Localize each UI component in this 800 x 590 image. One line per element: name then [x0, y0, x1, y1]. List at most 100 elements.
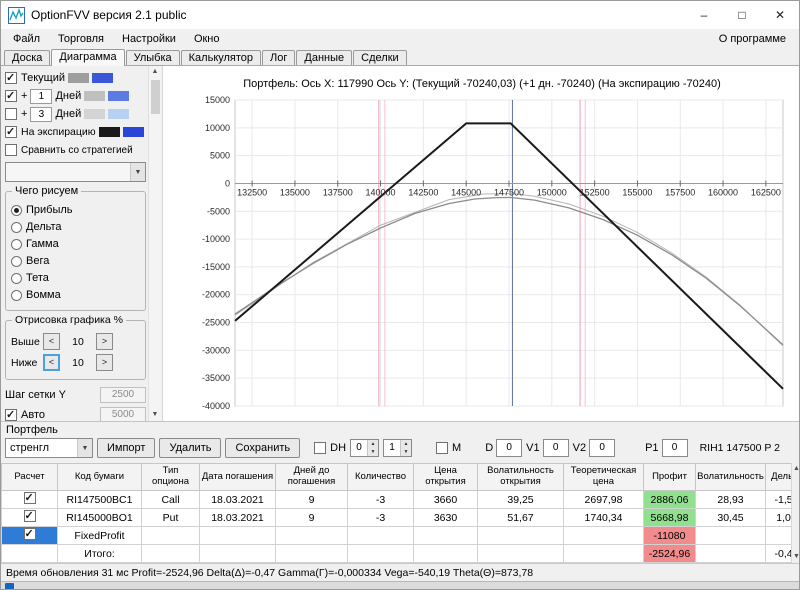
scroll-up-icon[interactable]: ▲: [152, 66, 159, 78]
plus1-swatch-primary[interactable]: [108, 91, 129, 101]
col-code[interactable]: Код бумаги: [58, 464, 142, 491]
col-type[interactable]: Тип опциона: [142, 464, 200, 491]
left-panel-scrollbar[interactable]: ▲ ▼: [148, 66, 161, 421]
svg-text:-20000: -20000: [202, 290, 230, 300]
chart-plot[interactable]: 150001000050000-5000-10000-15000-20000-2…: [163, 90, 800, 420]
compare-checkbox[interactable]: [5, 144, 17, 156]
scroll-down-icon[interactable]: ▼: [152, 409, 159, 421]
start-button-icon[interactable]: [5, 583, 14, 590]
menu-file[interactable]: Файл: [4, 31, 49, 47]
param-v1-input[interactable]: 0: [543, 439, 569, 457]
menu-trading[interactable]: Торговля: [49, 31, 113, 47]
auto-checkbox[interactable]: [5, 409, 17, 421]
m-checkbox[interactable]: [436, 442, 448, 454]
param-v2-input[interactable]: 0: [589, 439, 615, 457]
dh-checkbox[interactable]: [314, 442, 326, 454]
cell-open-price: 3660: [414, 491, 478, 509]
close-button[interactable]: ✕: [761, 1, 799, 29]
col-theo-price[interactable]: Теоретическая цена: [564, 464, 644, 491]
col-expiry-date[interactable]: Дата погашения: [200, 464, 276, 491]
plus1-checkbox[interactable]: [5, 90, 17, 102]
param-v1-label: V1: [526, 442, 539, 454]
plus1-days-input[interactable]: 1: [30, 89, 52, 104]
radio-gamma[interactable]: [11, 239, 22, 250]
compare-strategy-combo[interactable]: ▼: [5, 162, 146, 182]
radio-vomma[interactable]: [11, 290, 22, 301]
menu-settings[interactable]: Настройки: [113, 31, 185, 47]
tab-smile[interactable]: Улыбка: [126, 50, 180, 65]
tab-deals[interactable]: Сделки: [353, 50, 407, 65]
instrument-label: RIH1 147500 P 2: [700, 442, 780, 454]
row-checkbox[interactable]: [24, 528, 36, 540]
tab-diagram[interactable]: Диаграмма: [51, 49, 124, 66]
radio-delta[interactable]: [11, 222, 22, 233]
col-calc[interactable]: Расчет: [2, 464, 58, 491]
import-button[interactable]: Импорт: [97, 438, 155, 458]
menu-about[interactable]: О программе: [719, 33, 796, 45]
scroll-down-icon[interactable]: ▼: [793, 551, 800, 563]
app-icon: [8, 7, 25, 24]
expiration-swatch-secondary[interactable]: [99, 127, 120, 137]
svg-text:-35000: -35000: [202, 373, 230, 383]
radio-delta-row: Дельта: [11, 221, 140, 233]
scrollbar-thumb[interactable]: [151, 80, 160, 114]
auto-value-input[interactable]: 5000: [100, 407, 146, 421]
col-quantity[interactable]: Количество: [348, 464, 414, 491]
current-swatch-primary[interactable]: [92, 73, 113, 83]
current-swatch-secondary[interactable]: [68, 73, 89, 83]
range-above-increase-button[interactable]: >: [96, 333, 113, 350]
col-open-vol[interactable]: Волатильность открытия: [478, 464, 564, 491]
dh-spinner-2[interactable]: 1 ▲▼: [383, 439, 412, 457]
minimize-button[interactable]: –: [685, 1, 723, 29]
range-above-decrease-button[interactable]: <: [43, 333, 60, 350]
param-p1: P1 0: [645, 439, 687, 457]
col-volatility[interactable]: Волатильность: [696, 464, 766, 491]
range-group-title: Отрисовка графика %: [12, 314, 126, 326]
param-d-input[interactable]: 0: [496, 439, 522, 457]
plus1-swatch-secondary[interactable]: [84, 91, 105, 101]
spinner-arrows-icon[interactable]: ▲▼: [367, 440, 378, 456]
plus3-checkbox[interactable]: [5, 108, 17, 120]
tab-log[interactable]: Лог: [262, 50, 295, 65]
cell-open-vol: [478, 545, 564, 563]
row-checkbox[interactable]: [24, 492, 36, 504]
range-below-decrease-button[interactable]: <: [43, 354, 60, 371]
radio-vega[interactable]: [11, 256, 22, 267]
param-d: D 0: [485, 439, 522, 457]
scroll-up-icon[interactable]: ▲: [793, 463, 800, 475]
plus3-swatch-secondary[interactable]: [84, 109, 105, 119]
app-window: OptionFVV версия 2.1 public – □ ✕ Файл Т…: [0, 0, 800, 590]
col-days-left[interactable]: Дней до погашения: [276, 464, 348, 491]
col-profit[interactable]: Профит: [644, 464, 696, 491]
radio-profit[interactable]: [11, 205, 22, 216]
expiration-swatch-primary[interactable]: [123, 127, 144, 137]
cell-total-label: Итого:: [58, 545, 142, 563]
expiration-checkbox[interactable]: [5, 126, 17, 138]
strategy-combo[interactable]: стренгл ▼: [5, 438, 93, 458]
row-checkbox[interactable]: [24, 510, 36, 522]
current-checkbox[interactable]: [5, 72, 17, 84]
delete-button[interactable]: Удалить: [159, 438, 221, 458]
maximize-button[interactable]: □: [723, 1, 761, 29]
menu-window[interactable]: Окно: [185, 31, 229, 47]
col-open-price[interactable]: Цена открытия: [414, 464, 478, 491]
plus3-swatch-primary[interactable]: [108, 109, 129, 119]
save-button[interactable]: Сохранить: [225, 438, 300, 458]
dh-spinner-1[interactable]: 0 ▲▼: [350, 439, 379, 457]
svg-text:10000: 10000: [205, 123, 230, 133]
range-below-increase-button[interactable]: >: [96, 354, 113, 371]
svg-text:160000: 160000: [708, 187, 738, 197]
radio-theta-row: Тета: [11, 272, 140, 284]
svg-text:-25000: -25000: [202, 318, 230, 328]
tab-board[interactable]: Доска: [4, 50, 50, 65]
tab-calculator[interactable]: Калькулятор: [181, 50, 261, 65]
main-area: Текущий + 1 Дней + 3 Дней: [1, 65, 800, 421]
table-scrollbar[interactable]: ▲ ▼: [791, 463, 800, 563]
param-p1-input[interactable]: 0: [662, 439, 688, 457]
tab-data[interactable]: Данные: [296, 50, 352, 65]
radio-theta[interactable]: [11, 273, 22, 284]
spinner-arrows-icon[interactable]: ▲▼: [400, 440, 411, 456]
plus3-days-input[interactable]: 3: [30, 107, 52, 122]
grid-step-input[interactable]: 2500: [100, 387, 146, 403]
dh-spinner-2-value: 1: [384, 440, 400, 456]
